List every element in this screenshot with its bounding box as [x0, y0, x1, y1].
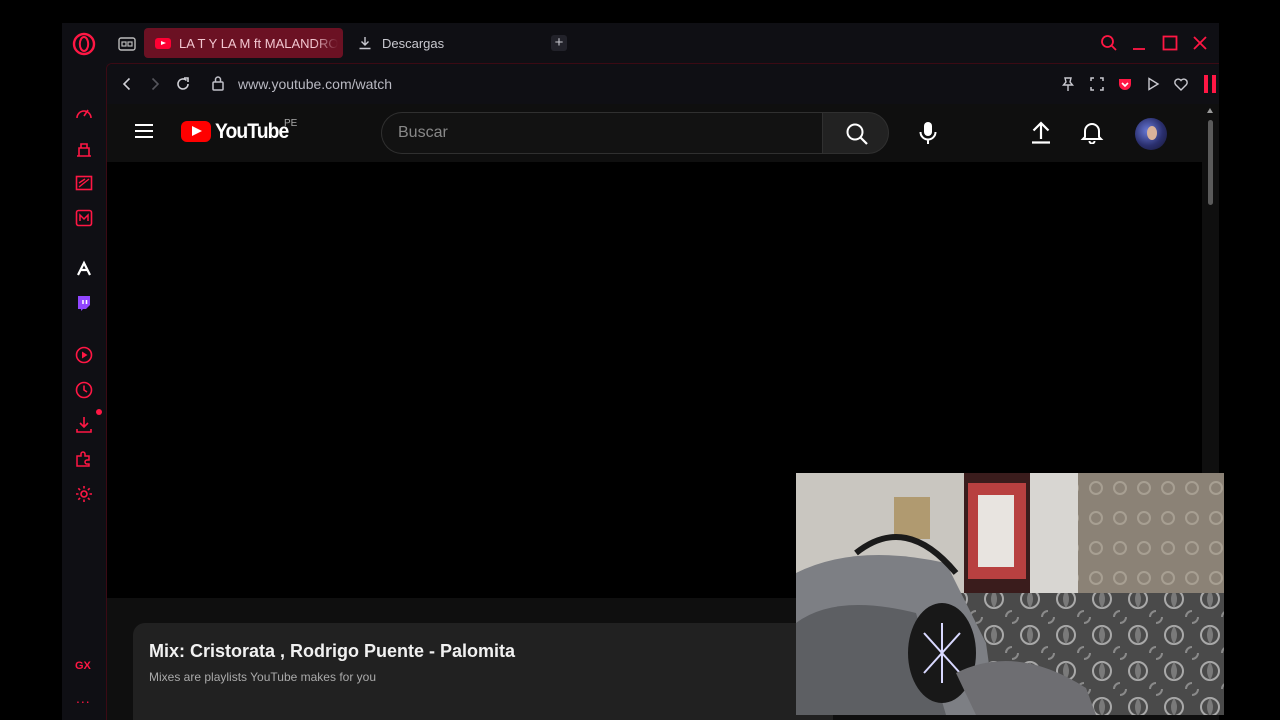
- history-icon[interactable]: [74, 380, 94, 400]
- upload-icon[interactable]: [1030, 120, 1052, 144]
- webcam-overlay: [796, 473, 1224, 715]
- mix-playlist-panel[interactable]: Mix: Cristorata , Rodrigo Puente - Palom…: [133, 623, 833, 720]
- aria-icon[interactable]: [74, 259, 94, 279]
- avatar[interactable]: [1135, 118, 1167, 150]
- reload-icon[interactable]: [175, 76, 191, 92]
- notifications-bell-icon[interactable]: [1080, 120, 1104, 144]
- youtube-header: YouTube PE: [107, 104, 1202, 162]
- play-icon[interactable]: [1145, 76, 1161, 92]
- mix-subtitle: Mixes are playlists YouTube makes for yo…: [149, 670, 376, 684]
- country-code: PE: [284, 118, 298, 129]
- tab-manager-icon[interactable]: [118, 36, 136, 52]
- opera-gx-logo-icon[interactable]: [72, 32, 96, 56]
- search-icon: [846, 123, 868, 145]
- search-input[interactable]: [381, 112, 823, 154]
- address-bar: www.youtube.com/watch: [107, 64, 1219, 104]
- scrollbar-thumb[interactable]: [1208, 120, 1213, 205]
- messenger-icon[interactable]: [74, 208, 94, 228]
- scroll-up-icon[interactable]: [1207, 108, 1213, 113]
- more-options-button[interactable]: ...: [76, 690, 91, 706]
- tab-label: LA T Y LA M ft MALANDRO: [179, 35, 339, 51]
- player-icon[interactable]: [74, 345, 94, 365]
- speed-dial-icon[interactable]: [74, 104, 94, 124]
- gx-corner-icon[interactable]: [74, 139, 94, 159]
- downloads-icon[interactable]: [74, 415, 94, 435]
- twitch-icon[interactable]: [74, 293, 94, 313]
- menu-icon[interactable]: [134, 123, 154, 139]
- lock-icon[interactable]: [211, 75, 225, 91]
- mix-title[interactable]: Mix: Cristorata , Rodrigo Puente - Palom…: [149, 641, 515, 662]
- close-icon[interactable]: [1191, 34, 1209, 52]
- search-tabs-icon[interactable]: [1100, 34, 1118, 52]
- pocket-icon[interactable]: [1117, 76, 1133, 92]
- tab-downloads[interactable]: Descargas: [358, 28, 444, 58]
- url-field[interactable]: www.youtube.com/watch: [238, 76, 392, 92]
- download-icon: [359, 37, 371, 50]
- minimize-icon[interactable]: [1130, 34, 1148, 52]
- microphone-icon[interactable]: [917, 121, 939, 145]
- pin-icon[interactable]: [1060, 76, 1076, 92]
- back-icon[interactable]: [119, 76, 135, 92]
- maximize-icon[interactable]: [1161, 34, 1179, 52]
- heart-icon[interactable]: [1173, 76, 1189, 92]
- new-tab-button[interactable]: +: [551, 35, 567, 51]
- tab-label: Descargas: [382, 35, 445, 51]
- snapshot-icon[interactable]: [1089, 76, 1105, 92]
- youtube-favicon-icon: [155, 37, 171, 49]
- youtube-logo-icon[interactable]: [181, 121, 211, 142]
- youtube-logo-text[interactable]: YouTube: [215, 120, 289, 144]
- search-button[interactable]: [822, 112, 889, 154]
- extensions-icon[interactable]: [74, 449, 94, 469]
- gx-control-button[interactable]: GX: [75, 660, 91, 672]
- tab-youtube[interactable]: LA T Y LA M ft MALANDRO: [144, 28, 343, 58]
- battery-saver-icon[interactable]: [1203, 74, 1217, 94]
- forward-icon[interactable]: [147, 76, 163, 92]
- tab-bar: LA T Y LA M ft MALANDRO Descargas +: [62, 23, 1219, 63]
- notification-dot: [96, 409, 102, 415]
- browser-sidebar: GX ...: [62, 63, 106, 720]
- webcam-image: [796, 473, 1224, 715]
- settings-icon[interactable]: [74, 484, 94, 504]
- scrollbar[interactable]: [1202, 104, 1219, 434]
- news-icon[interactable]: [74, 173, 94, 193]
